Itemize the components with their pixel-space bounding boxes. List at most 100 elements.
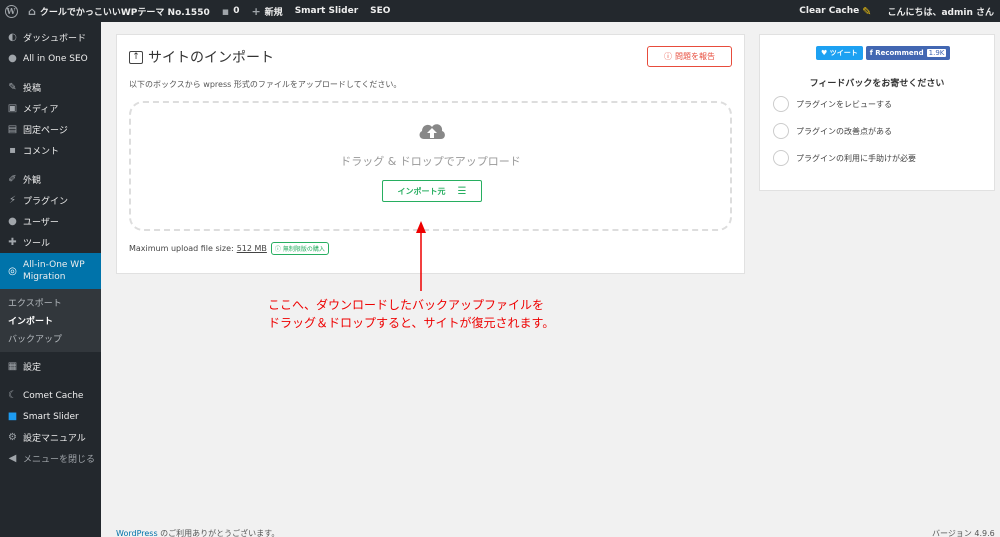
- wordpress-link[interactable]: WordPress: [116, 529, 158, 537]
- menu-posts[interactable]: ✎ 投稿: [0, 77, 101, 98]
- recommend-count: 1.9K: [926, 49, 947, 57]
- comments-menu[interactable]: ▪ 0: [216, 0, 246, 22]
- menu-label: Smart Slider: [23, 411, 79, 422]
- unlimited-badge-label: 無制限版の購入: [282, 246, 325, 253]
- report-problem-button[interactable]: ⓘ 問題を報告: [647, 46, 732, 67]
- annotation-arrow-icon: [416, 221, 426, 291]
- menu-comet-cache[interactable]: ☾ Comet Cache: [0, 385, 101, 406]
- feedback-option-review[interactable]: プラグインをレビューする: [773, 96, 892, 112]
- unlimited-badge[interactable]: ⓘ 無制限版の購入: [270, 242, 329, 255]
- menu-settings[interactable]: ▦ 設定: [0, 356, 101, 377]
- new-label: 新規: [264, 7, 283, 18]
- wordpress-icon: W: [4, 4, 18, 18]
- wp-logo-menu[interactable]: W: [0, 0, 22, 22]
- menu-label: コメント: [23, 147, 60, 157]
- menu-settings-manual[interactable]: ⚙ 設定マニュアル: [0, 427, 101, 448]
- import-from-button[interactable]: インポート元 ☰: [382, 180, 482, 202]
- radio-button[interactable]: [773, 123, 789, 139]
- social-buttons: ♥ ツイート f Recommend 1.9K: [816, 46, 951, 60]
- plugin-icon: ⚡: [8, 195, 17, 206]
- menu-appearance[interactable]: ✐ 外観: [0, 169, 101, 190]
- facebook-recommend-button[interactable]: f Recommend 1.9K: [865, 46, 951, 60]
- feedback-option-improvement[interactable]: プラグインの改善点がある: [773, 123, 892, 139]
- tools-icon: ✚: [8, 237, 17, 248]
- appearance-icon: ✐: [8, 174, 17, 185]
- tweet-label: ツイート: [829, 49, 858, 57]
- feedback-title: フィードバックをお寄せください: [809, 79, 945, 89]
- comet-cache-icon: ☾: [8, 390, 17, 401]
- menu-plugins[interactable]: ⚡ プラグイン: [0, 190, 101, 211]
- recommend-label: Recommend: [875, 49, 924, 57]
- feedback-option-label: プラグインの改善点がある: [796, 126, 892, 136]
- greeting: こんにちは、admin さん: [887, 7, 994, 18]
- menu-label: All-in-One WP Migration: [23, 259, 85, 283]
- migration-submenu: エクスポート インポート バックアップ: [0, 289, 101, 352]
- page-title-text: サイトのインポート: [148, 50, 274, 66]
- menu-label: 外観: [23, 176, 42, 186]
- site-name-menu[interactable]: ⌂ クールでかっこいいWPテーマ No.1550: [22, 0, 216, 22]
- submenu-import[interactable]: インポート: [0, 311, 101, 329]
- twitter-icon: ♥: [821, 49, 828, 57]
- menu-label: 設定マニュアル: [23, 434, 86, 444]
- settings-icon: ▦: [7, 361, 18, 372]
- menu-label: プラグイン: [23, 197, 69, 207]
- comments-count: 0: [233, 6, 240, 16]
- menu-all-in-one-wp-migration[interactable]: ◎ All-in-One WP Migration: [0, 253, 101, 289]
- menu-label: 投稿: [23, 84, 42, 94]
- submenu-backup[interactable]: バックアップ: [0, 329, 101, 347]
- import-icon: ↑: [129, 50, 143, 64]
- pin-icon: ✎: [8, 82, 17, 93]
- menu-label: 設定: [23, 363, 42, 373]
- menu-label: メディア: [23, 105, 59, 115]
- drop-zone-text: ドラッグ & ドロップでアップロード: [340, 155, 521, 168]
- upload-size-info: Maximum upload file size: 512 MB ⓘ 無制限版の…: [129, 242, 329, 255]
- menu-dashboard[interactable]: ◐ ダッシュボード: [0, 27, 101, 48]
- submenu-export[interactable]: エクスポート: [0, 293, 101, 311]
- comment-icon: ▪: [9, 145, 16, 156]
- alert-icon: ⓘ: [664, 52, 672, 61]
- menu-smart-slider[interactable]: ■ Smart Slider: [0, 406, 101, 427]
- menu-pages[interactable]: ▤ 固定ページ: [0, 119, 101, 140]
- feedback-panel: ♥ ツイート f Recommend 1.9K フィードバックをお寄せください プ…: [759, 34, 995, 191]
- migration-icon: ◎: [8, 265, 17, 277]
- plus-icon: +: [251, 4, 261, 18]
- menu-label: ダッシュボード: [23, 34, 87, 44]
- menu-media[interactable]: ▣ メディア: [0, 98, 101, 119]
- radio-button[interactable]: [773, 150, 789, 166]
- aioseo-icon: ●: [8, 53, 17, 64]
- page-icon: ▤: [7, 124, 18, 135]
- menu-comments[interactable]: ▪ コメント: [0, 140, 101, 161]
- admin-sidebar: ◐ ダッシュボード ● All in One SEO ✎ 投稿 ▣ メディア ▤ 固定ペー…: [0, 22, 101, 537]
- radio-button[interactable]: [773, 96, 789, 112]
- report-problem-label: 問題を報告: [675, 52, 715, 61]
- menu-label: ツール: [23, 239, 51, 249]
- import-description: 以下のボックスから wpress 形式のファイルをアップロードしてください。: [129, 80, 402, 89]
- page-title: ↑ サイトのインポート: [129, 47, 274, 67]
- footer-thanks: WordPress のご利用ありがとうございます。: [116, 528, 279, 537]
- collapse-menu-button[interactable]: ◀ メニューを閉じる: [0, 448, 101, 469]
- comment-icon: ▪: [221, 4, 230, 18]
- tweet-button[interactable]: ♥ ツイート: [816, 46, 863, 60]
- footer-thanks-text: のご利用ありがとうございます。: [157, 529, 280, 537]
- seo-menu[interactable]: SEO: [364, 0, 396, 22]
- drop-zone[interactable]: ドラッグ & ドロップでアップロード インポート元 ☰: [129, 101, 732, 231]
- import-from-label: インポート元: [397, 186, 446, 196]
- my-account-menu[interactable]: こんにちは、admin さん: [881, 0, 1000, 22]
- menu-tools[interactable]: ✚ ツール: [0, 232, 101, 253]
- feedback-option-help[interactable]: プラグインの利用に手助けが必要: [773, 150, 916, 166]
- smart-slider-icon: ■: [7, 411, 18, 422]
- new-content-menu[interactable]: + 新規: [245, 0, 288, 22]
- feedback-option-label: プラグインをレビューする: [796, 99, 892, 109]
- smart-slider-menu[interactable]: Smart Slider: [289, 0, 364, 22]
- annotation-line-2: ドラッグ＆ドロップすると、サイトが復元されます。: [268, 316, 555, 330]
- menu-aioseo[interactable]: ● All in One SEO: [0, 48, 101, 69]
- max-size-label: Maximum upload file size:: [129, 244, 234, 253]
- facebook-icon: f: [869, 49, 873, 57]
- settings-manual-icon: ⚙: [8, 432, 17, 443]
- dashboard-icon: ◐: [8, 32, 17, 43]
- feedback-option-label: プラグインの利用に手助けが必要: [796, 153, 916, 163]
- clear-cache-button[interactable]: Clear Cache ✎: [793, 0, 881, 22]
- menu-users[interactable]: ● ユーザー: [0, 211, 101, 232]
- menu-label-line2: Migration: [23, 272, 66, 282]
- hamburger-icon: ☰: [457, 185, 467, 197]
